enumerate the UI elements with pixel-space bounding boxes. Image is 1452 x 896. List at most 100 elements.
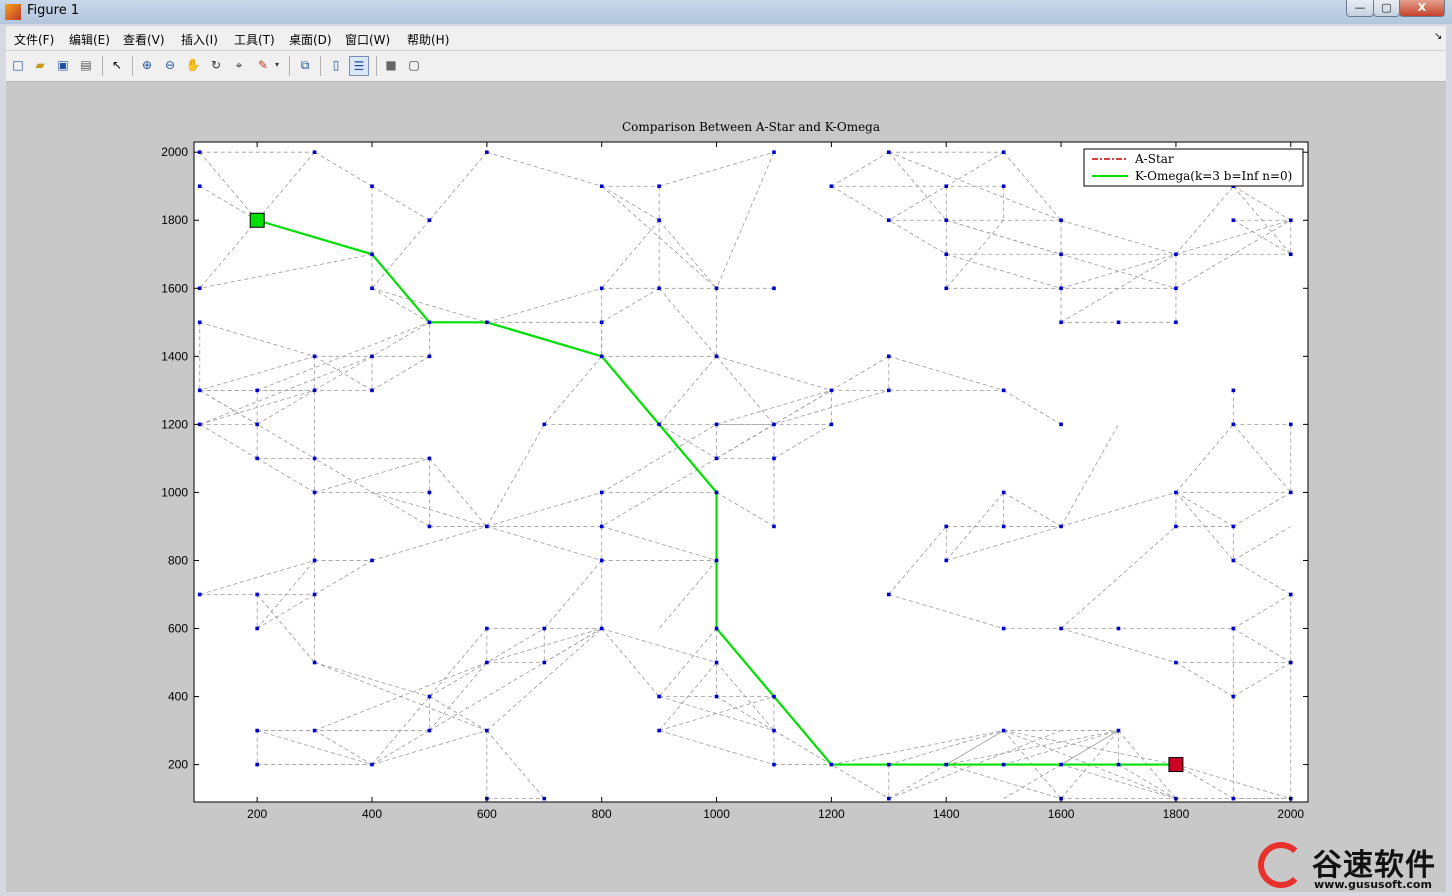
graph-node: [1116, 762, 1121, 767]
graph-node: [599, 286, 604, 291]
graph-node: [427, 218, 432, 223]
y-tick-label: 1000: [161, 485, 188, 499]
plot-axes[interactable]: 200 400 600 800 1000 1200 1400 1600 1800 2000 200 4…: [0, 0, 1452, 896]
graph-node: [370, 252, 374, 257]
graph-node: [255, 456, 259, 461]
graph-node: [1059, 252, 1063, 257]
graph-node: [255, 388, 259, 393]
graph-node: [1174, 286, 1178, 291]
graph-node: [312, 660, 317, 665]
graph-node: [1231, 524, 1236, 529]
graph-node: [1116, 626, 1121, 631]
graph-node: [542, 660, 547, 665]
graph-node: [1059, 626, 1063, 631]
x-tick-label: 600: [477, 807, 497, 821]
graph-node: [197, 388, 202, 393]
watermark-logo: 谷速软件 www.gususoft.com: [1252, 840, 1448, 894]
graph-node: [1231, 694, 1236, 699]
graph-node: [370, 558, 374, 563]
graph-node: [197, 184, 202, 189]
graph-node: [427, 490, 432, 495]
graph-node: [599, 490, 604, 495]
graph-node: [829, 422, 834, 427]
x-tick-label: 800: [592, 807, 612, 821]
y-tick-label: 1600: [161, 281, 188, 295]
graph-node: [1116, 728, 1121, 733]
graph-node: [1231, 422, 1236, 427]
legend-label: K-Omega(k=3 b=Inf n=0): [1135, 169, 1292, 183]
graph-node: [1288, 592, 1293, 597]
graph-node: [657, 218, 661, 223]
graph-node: [312, 388, 317, 393]
graph-node: [772, 286, 776, 291]
graph-node: [887, 354, 891, 359]
graph-node: [542, 626, 547, 631]
graph-node: [714, 558, 719, 563]
graph-node: [370, 184, 374, 189]
graph-node: [714, 286, 719, 291]
graph-node: [370, 388, 374, 393]
graph-node: [714, 694, 719, 699]
graph-node: [427, 354, 432, 359]
x-tick-label: 2000: [1277, 807, 1304, 821]
graph-node: [1001, 184, 1006, 189]
graph-node: [657, 184, 661, 189]
graph-node: [312, 150, 317, 155]
graph-node: [599, 524, 604, 529]
graph-node: [944, 286, 949, 291]
graph-node: [312, 354, 317, 359]
graph-node: [1059, 286, 1063, 291]
graph-node: [312, 490, 317, 495]
graph-node: [427, 320, 432, 325]
graph-node: [1174, 660, 1178, 665]
legend-label: A-Star: [1134, 152, 1174, 166]
graph-node: [1116, 320, 1121, 325]
graph-node: [599, 558, 604, 563]
graph-node: [772, 762, 776, 767]
y-tick-label: 400: [168, 690, 188, 704]
graph-node: [772, 694, 776, 699]
graph-node: [944, 252, 949, 257]
graph-node: [772, 422, 776, 427]
graph-node: [1001, 524, 1006, 529]
x-tick-label: 1000: [703, 807, 730, 821]
graph-node: [312, 558, 317, 563]
graph-node: [427, 728, 432, 733]
x-tick-label: 1400: [933, 807, 960, 821]
graph-node: [1059, 320, 1063, 325]
graph-node: [485, 150, 489, 155]
graph-node: [1288, 422, 1293, 427]
graph-node: [427, 524, 432, 529]
graph-node: [829, 388, 834, 393]
graph-node: [1001, 626, 1006, 631]
graph-node: [714, 456, 719, 461]
graph-node: [485, 524, 489, 529]
graph-node: [255, 422, 259, 427]
graph-node: [485, 660, 489, 665]
graph-node: [944, 762, 949, 767]
x-tick-label: 1600: [1048, 807, 1075, 821]
graph-node: [1231, 796, 1236, 801]
start-marker: [249, 212, 265, 228]
graph-node: [197, 592, 202, 597]
graph-node: [370, 286, 374, 291]
graph-node: [599, 184, 604, 189]
graph-node: [772, 728, 776, 733]
graph-node: [1231, 558, 1236, 563]
watermark-url: www.gususoft.com: [1314, 878, 1432, 891]
goal-marker: [1168, 757, 1184, 773]
graph-node: [1174, 320, 1178, 325]
graph-node: [370, 762, 374, 767]
graph-node: [1231, 218, 1236, 223]
axes-background: [193, 141, 1309, 803]
graph-node: [944, 558, 949, 563]
graph-node: [1174, 252, 1178, 257]
graph-node: [944, 524, 949, 529]
graph-node: [485, 626, 489, 631]
graph-node: [944, 218, 949, 223]
graph-node: [1001, 728, 1006, 733]
graph-node: [887, 150, 891, 155]
y-tick-label: 1800: [161, 213, 188, 227]
y-tick-label: 800: [168, 553, 188, 567]
y-tick-label: 200: [168, 758, 188, 772]
